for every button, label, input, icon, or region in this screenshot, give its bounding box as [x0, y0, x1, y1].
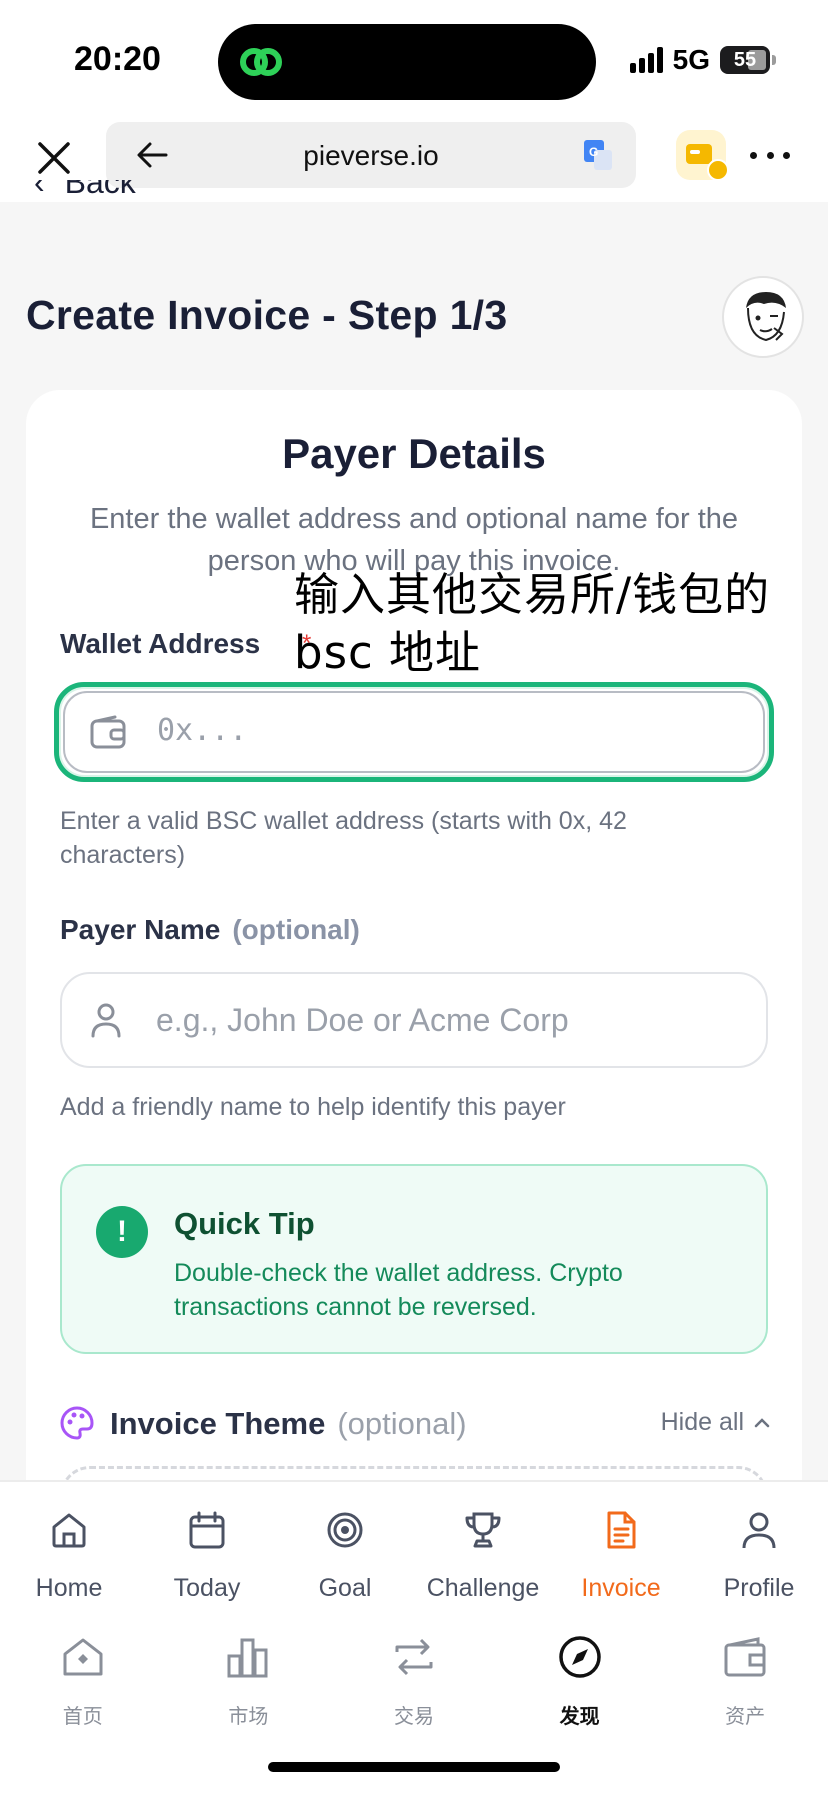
handwritten-annotation: 输入其他交易所/钱包的 bsc 地址 — [294, 566, 802, 682]
annotation-line-2: bsc 地址 — [294, 626, 482, 679]
nav-item-challenge[interactable]: Challenge — [414, 1482, 552, 1620]
nav-item-today[interactable]: Today — [138, 1482, 276, 1620]
chevron-up-icon — [754, 1417, 770, 1427]
swap-icon — [395, 1638, 433, 1676]
close-icon[interactable] — [34, 138, 74, 178]
address-bar[interactable]: pieverse.io G — [106, 122, 636, 188]
wallet-extension-icon[interactable] — [676, 130, 732, 182]
url-text: pieverse.io — [303, 140, 439, 171]
payer-details-card: Payer Details Enter the wallet address a… — [26, 390, 802, 1546]
nav-label-profile: Profile — [723, 1574, 795, 1602]
palette-icon — [60, 1406, 94, 1440]
network-label: 5G — [672, 44, 710, 75]
hide-all-toggle[interactable]: Hide all — [661, 1408, 770, 1437]
invoice-theme-label-text: Invoice Theme — [110, 1406, 326, 1441]
battery-icon: 55 — [720, 46, 776, 74]
payer-name-input[interactable]: e.g., John Doe or Acme Corp — [60, 972, 768, 1068]
avatar[interactable] — [722, 276, 804, 358]
translate-icon[interactable]: G — [582, 138, 614, 172]
invoice-theme-optional: (optional) — [337, 1406, 467, 1441]
payer-name-label: Payer Name (optional) — [60, 914, 360, 946]
app-nav-item-home[interactable]: 首页 — [0, 1620, 166, 1793]
home-indicator[interactable] — [268, 1762, 560, 1772]
nav-label-challenge: Challenge — [426, 1574, 540, 1602]
calendar-icon — [189, 1511, 225, 1549]
nav-label-invoice: Invoice — [581, 1574, 661, 1602]
invoice-theme-row: Invoice Theme (optional) Hide all — [60, 1400, 770, 1450]
nav-item-profile[interactable]: Profile — [690, 1482, 828, 1620]
nav-label-today: Today — [173, 1574, 241, 1602]
wallet-address-placeholder: 0x... — [157, 713, 248, 748]
payer-name-placeholder: e.g., John Doe or Acme Corp — [156, 1002, 569, 1038]
card-title: Payer Details — [282, 430, 546, 477]
home-icon — [52, 1513, 86, 1548]
status-indicators: 5G 55 — [629, 44, 776, 76]
annotation-line-1: 输入其他交易所/钱包的 — [294, 568, 771, 621]
target-icon — [327, 1512, 363, 1548]
nav-item-invoice[interactable]: Invoice — [552, 1482, 690, 1620]
wallet-icon — [90, 715, 126, 749]
quick-tip-box: ! Quick Tip Double-check the wallet addr… — [60, 1164, 768, 1354]
document-icon — [607, 1511, 636, 1549]
nav-label-goal: Goal — [318, 1574, 372, 1602]
status-time: 20:20 — [74, 40, 161, 78]
trophy-icon — [465, 1512, 501, 1548]
signal-icon — [629, 47, 663, 73]
battery-level: 55 — [733, 48, 757, 71]
quick-tip-text: Double-check the wallet address. Crypto … — [174, 1259, 623, 1321]
more-icon[interactable] — [750, 140, 790, 170]
status-bar: 20:20 5G 55 — [0, 0, 828, 120]
compass-icon — [558, 1636, 601, 1678]
hide-all-label: Hide all — [660, 1408, 744, 1436]
payer-name-label-text: Payer Name — [60, 914, 221, 945]
wallet-address-label: Wallet Address — [60, 628, 261, 659]
nav-label-home: Home — [35, 1574, 103, 1602]
link-app-icon — [240, 48, 282, 76]
invoice-theme-label: Invoice Theme (optional) — [110, 1406, 467, 1442]
nav-item-home[interactable]: Home — [0, 1482, 138, 1620]
app-nav-label-discover: 发现 — [559, 1704, 600, 1728]
alert-icon: ! — [96, 1206, 148, 1258]
back-link[interactable]: ‹ Back — [34, 180, 136, 206]
wallet-address-hint: Enter a valid BSC wallet address (starts… — [60, 807, 627, 869]
nav-item-goal[interactable]: Goal — [276, 1482, 414, 1620]
quick-tip-title: Quick Tip — [174, 1206, 315, 1241]
dynamic-island — [218, 24, 596, 100]
app-nav-label-trade: 交易 — [393, 1704, 434, 1728]
home-icon — [63, 1638, 103, 1676]
page-title: Create Invoice - Step 1/3 — [26, 292, 508, 338]
person-icon — [91, 1003, 121, 1038]
site-bottom-nav: Home Today Goal Challenge Invoice Profil… — [0, 1480, 828, 1620]
svg-text:G: G — [589, 145, 598, 159]
app-nav-label-home: 首页 — [62, 1704, 103, 1728]
app-nav-item-assets[interactable]: 资产 — [662, 1620, 828, 1793]
app-nav-label-assets: 资产 — [725, 1704, 766, 1728]
back-label: Back — [64, 180, 136, 200]
payer-name-hint: Add a friendly name to help identify thi… — [60, 1093, 566, 1121]
person-icon — [742, 1512, 776, 1549]
wallet-address-input[interactable]: 0x... — [54, 682, 774, 782]
payer-name-optional: (optional) — [232, 914, 360, 945]
avatar-illustration — [746, 292, 786, 342]
bar-chart-icon — [227, 1638, 268, 1678]
app-nav-label-market: 市场 — [228, 1704, 269, 1728]
chevron-left-icon: ‹ — [34, 180, 45, 200]
wallet-icon — [724, 1637, 766, 1677]
